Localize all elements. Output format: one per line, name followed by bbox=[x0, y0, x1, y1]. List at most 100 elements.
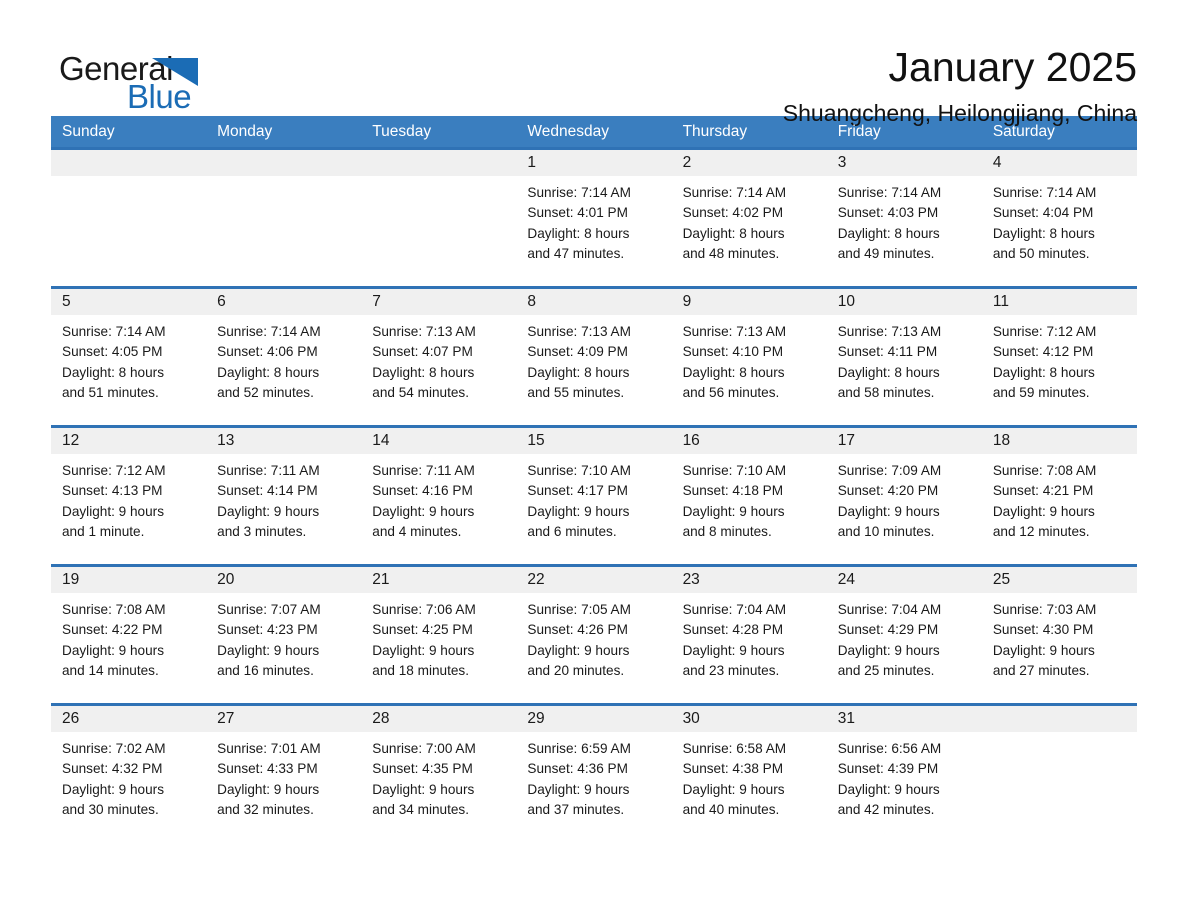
day-number: 3 bbox=[837, 154, 847, 171]
day-details: Sunrise: 7:10 AM Sunset: 4:18 PM Daylight:… bbox=[672, 454, 827, 542]
day-cell[interactable]: 30 Sunrise: 6:58 AM Sunset: 4:38 PM Dayligh… bbox=[671, 706, 827, 838]
day-cell[interactable]: 17 Sunrise: 7:09 AM Sunset: 4:20 PM Dayligh… bbox=[826, 428, 982, 560]
day-number-band: 13 bbox=[206, 428, 362, 454]
sunrise-text: Sunrise: 7:10 AM bbox=[527, 463, 631, 478]
day-cell[interactable]: 2 Sunrise: 7:14 AM Sunset: 4:02 PM Daylight… bbox=[671, 150, 827, 282]
day-cell[interactable]: 9 Sunrise: 7:13 AM Sunset: 4:10 PM Daylight… bbox=[671, 289, 827, 421]
daylight-text: Daylight: 9 hours bbox=[837, 503, 940, 519]
sunrise-text: Sunrise: 7:14 AM bbox=[837, 185, 942, 200]
day-cell[interactable]: 23 Sunrise: 7:04 AM Sunset: 4:28 PM Dayligh… bbox=[671, 567, 827, 699]
daylight-text: Daylight: 8 hours bbox=[992, 364, 1095, 380]
daylight-text-cont: and 49 minutes. bbox=[837, 245, 935, 261]
day-cell-empty bbox=[361, 150, 517, 282]
day-cell[interactable]: 15 Sunrise: 7:10 AM Sunset: 4:17 PM Dayligh… bbox=[516, 428, 672, 560]
day-number-band: 31 bbox=[826, 706, 982, 732]
day-details bbox=[206, 176, 361, 183]
page-header: General Blue January 2025 Shuangcheng, H… bbox=[51, 0, 1137, 126]
sunrise-text: Sunrise: 7:14 AM bbox=[682, 185, 787, 200]
day-details: Sunrise: 7:14 AM Sunset: 4:01 PM Daylight:… bbox=[516, 176, 671, 264]
sunrise-text: Sunrise: 7:08 AM bbox=[62, 602, 166, 617]
day-cell[interactable]: 10 Sunrise: 7:13 AM Sunset: 4:11 PM Dayligh… bbox=[826, 289, 982, 421]
daylight-text-cont: and 4 minutes. bbox=[372, 523, 462, 539]
day-cell[interactable]: 25 Sunrise: 7:03 AM Sunset: 4:30 PM Dayligh… bbox=[981, 567, 1137, 699]
sunset-text: Sunset: 4:36 PM bbox=[527, 761, 628, 777]
day-number-band: 2 bbox=[671, 150, 827, 176]
sunrise-text: Sunrise: 7:09 AM bbox=[837, 463, 942, 478]
sunset-text: Sunset: 4:35 PM bbox=[372, 761, 473, 777]
sunset-text: Sunset: 4:11 PM bbox=[837, 344, 938, 360]
day-number-band: 27 bbox=[206, 706, 362, 732]
daylight-text: Daylight: 9 hours bbox=[372, 642, 475, 658]
day-cell[interactable]: 5 Sunrise: 7:14 AM Sunset: 4:05 PM Daylight… bbox=[51, 289, 207, 421]
day-number: 16 bbox=[682, 432, 700, 449]
daylight-text-cont: and 47 minutes. bbox=[527, 245, 625, 261]
day-number-band: 22 bbox=[516, 567, 672, 593]
day-number-band: 20 bbox=[206, 567, 362, 593]
day-cell[interactable]: 6 Sunrise: 7:14 AM Sunset: 4:06 PM Daylight… bbox=[206, 289, 362, 421]
daylight-text: Daylight: 8 hours bbox=[992, 225, 1095, 241]
day-number: 7 bbox=[372, 293, 381, 310]
daylight-text: Daylight: 9 hours bbox=[992, 503, 1095, 519]
daylight-text: Daylight: 9 hours bbox=[217, 781, 320, 797]
day-cell[interactable]: 12 Sunrise: 7:12 AM Sunset: 4:13 PM Dayligh… bbox=[51, 428, 207, 560]
day-details bbox=[51, 176, 206, 183]
sunset-text: Sunset: 4:25 PM bbox=[372, 622, 473, 638]
daylight-text-cont: and 58 minutes. bbox=[837, 384, 935, 400]
sunrise-text: Sunrise: 7:13 AM bbox=[837, 324, 942, 339]
sunset-text: Sunset: 4:13 PM bbox=[62, 483, 163, 499]
day-cell[interactable]: 13 Sunrise: 7:11 AM Sunset: 4:14 PM Dayligh… bbox=[206, 428, 362, 560]
day-details: Sunrise: 7:00 AM Sunset: 4:35 PM Daylight:… bbox=[361, 732, 516, 820]
sunrise-text: Sunrise: 7:11 AM bbox=[217, 463, 320, 478]
day-cell[interactable]: 24 Sunrise: 7:04 AM Sunset: 4:29 PM Dayligh… bbox=[826, 567, 982, 699]
day-cell[interactable]: 22 Sunrise: 7:05 AM Sunset: 4:26 PM Dayligh… bbox=[516, 567, 672, 699]
day-cell[interactable]: 21 Sunrise: 7:06 AM Sunset: 4:25 PM Dayligh… bbox=[361, 567, 517, 699]
daylight-text-cont: and 12 minutes. bbox=[992, 523, 1090, 539]
daylight-text-cont: and 42 minutes. bbox=[837, 801, 935, 817]
sunset-text: Sunset: 4:20 PM bbox=[837, 483, 939, 499]
day-number-band: 18 bbox=[981, 428, 1137, 454]
day-number-band: 19 bbox=[51, 567, 207, 593]
day-number-band: 23 bbox=[671, 567, 827, 593]
sunset-text: Sunset: 4:21 PM bbox=[992, 483, 1094, 499]
day-details: Sunrise: 7:03 AM Sunset: 4:30 PM Daylight:… bbox=[982, 593, 1137, 681]
daylight-text-cont: and 56 minutes. bbox=[682, 384, 780, 400]
daylight-text: Daylight: 8 hours bbox=[527, 364, 630, 380]
day-number: 8 bbox=[527, 293, 537, 310]
day-cell[interactable]: 14 Sunrise: 7:11 AM Sunset: 4:16 PM Dayligh… bbox=[361, 428, 517, 560]
day-cell[interactable]: 11 Sunrise: 7:12 AM Sunset: 4:12 PM Dayligh… bbox=[981, 289, 1137, 421]
day-details: Sunrise: 7:11 AM Sunset: 4:16 PM Daylight:… bbox=[361, 454, 516, 542]
day-cell[interactable]: 18 Sunrise: 7:08 AM Sunset: 4:21 PM Dayligh… bbox=[981, 428, 1137, 560]
day-cell[interactable]: 8 Sunrise: 7:13 AM Sunset: 4:09 PM Daylight… bbox=[516, 289, 672, 421]
daylight-text-cont: and 25 minutes. bbox=[837, 662, 935, 678]
day-cell[interactable]: 1 Sunrise: 7:14 AM Sunset: 4:01 PM Daylight… bbox=[516, 150, 672, 282]
day-number: 9 bbox=[682, 293, 692, 310]
day-cell[interactable]: 7 Sunrise: 7:13 AM Sunset: 4:07 PM Daylight… bbox=[361, 289, 517, 421]
day-cell[interactable]: 20 Sunrise: 7:07 AM Sunset: 4:23 PM Dayligh… bbox=[206, 567, 362, 699]
day-number-band: 30 bbox=[671, 706, 827, 732]
calendar-week-row: 5 Sunrise: 7:14 AM Sunset: 4:05 PM Daylight… bbox=[51, 286, 1137, 421]
daylight-text: Daylight: 9 hours bbox=[682, 642, 785, 658]
day-cell[interactable]: 16 Sunrise: 7:10 AM Sunset: 4:18 PM Dayligh… bbox=[671, 428, 827, 560]
daylight-text: Daylight: 9 hours bbox=[372, 781, 475, 797]
day-cell[interactable]: 29 Sunrise: 6:59 AM Sunset: 4:36 PM Dayligh… bbox=[516, 706, 672, 838]
day-number-band: 29 bbox=[516, 706, 672, 732]
calendar-week-row: 1 Sunrise: 7:14 AM Sunset: 4:01 PM Daylight… bbox=[51, 147, 1137, 282]
daylight-text-cont: and 34 minutes. bbox=[372, 801, 470, 817]
day-cell[interactable]: 3 Sunrise: 7:14 AM Sunset: 4:03 PM Daylight… bbox=[826, 150, 982, 282]
day-number: 28 bbox=[372, 710, 390, 727]
day-details: Sunrise: 7:04 AM Sunset: 4:28 PM Daylight:… bbox=[672, 593, 827, 681]
day-cell[interactable]: 31 Sunrise: 6:56 AM Sunset: 4:39 PM Dayligh… bbox=[826, 706, 982, 838]
weekday-monday: Monday bbox=[217, 123, 273, 140]
day-cell[interactable]: 28 Sunrise: 7:00 AM Sunset: 4:35 PM Dayligh… bbox=[361, 706, 517, 838]
day-number: 12 bbox=[62, 432, 80, 449]
sunset-text: Sunset: 4:39 PM bbox=[837, 761, 939, 777]
day-cell[interactable]: 4 Sunrise: 7:14 AM Sunset: 4:04 PM Daylight… bbox=[981, 150, 1137, 282]
day-cell[interactable]: 27 Sunrise: 7:01 AM Sunset: 4:33 PM Dayligh… bbox=[206, 706, 362, 838]
general-blue-logo[interactable]: General Blue bbox=[51, 44, 201, 116]
day-number-band: 14 bbox=[361, 428, 517, 454]
day-number: 11 bbox=[992, 293, 1009, 310]
day-details: Sunrise: 7:02 AM Sunset: 4:32 PM Daylight:… bbox=[51, 732, 206, 820]
day-details bbox=[361, 176, 516, 183]
day-cell[interactable]: 19 Sunrise: 7:08 AM Sunset: 4:22 PM Dayligh… bbox=[51, 567, 207, 699]
day-cell[interactable]: 26 Sunrise: 7:02 AM Sunset: 4:32 PM Dayligh… bbox=[51, 706, 207, 838]
